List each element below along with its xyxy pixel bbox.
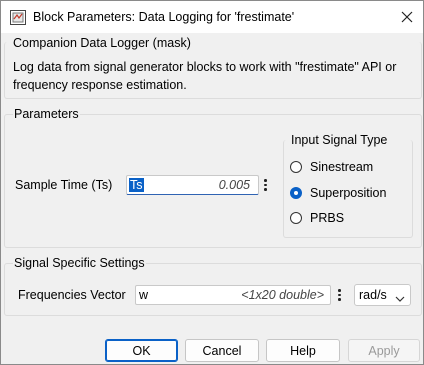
signal-specific-group-title: Signal Specific Settings [13,256,146,270]
parameters-group-title: Parameters [13,107,80,121]
block-parameters-dialog: Block Parameters: Data Logging for 'fres… [0,0,424,365]
sample-time-kebab-icon[interactable] [261,176,270,194]
close-icon[interactable] [395,5,419,29]
ok-button-label: OK [132,343,151,358]
frequency-unit-value: rad/s [359,288,387,302]
radio-sinestream[interactable] [290,161,302,173]
cancel-button-label: Cancel [202,343,242,358]
radio-prbs-label[interactable]: PRBS [310,211,344,225]
title-bar: Block Parameters: Data Logging for 'fres… [1,1,423,33]
frequencies-vector-label: Frequencies Vector [18,288,126,302]
sample-time-field[interactable]: Ts 0.005 [126,175,259,195]
cancel-button[interactable]: Cancel [185,339,259,362]
radio-superposition-label[interactable]: Superposition [310,186,386,200]
chevron-down-icon [395,292,405,306]
ok-button[interactable]: OK [105,339,178,362]
frequencies-kebab-icon[interactable] [335,286,344,304]
frequencies-vector-evaluated: <1x20 double> [241,288,324,302]
mask-group-title: Companion Data Logger (mask) [13,36,191,50]
input-signal-type-title: Input Signal Type [291,133,388,147]
sample-time-evaluated: 0.005 [218,178,250,192]
frequency-unit-select[interactable]: rad/s [354,284,411,306]
frequencies-vector-field[interactable]: w <1x20 double> [135,285,331,305]
radio-superposition[interactable] [290,187,302,199]
apply-button-label: Apply [368,343,400,358]
simulink-block-icon [10,10,26,25]
sample-time-value: Ts [129,178,144,192]
radio-prbs[interactable] [290,212,302,224]
radio-sinestream-label[interactable]: Sinestream [310,160,373,174]
mask-description: Log data from signal generator blocks to… [13,60,397,92]
help-button[interactable]: Help [266,339,340,362]
sample-time-label: Sample Time (Ts) [15,178,113,192]
window-title: Block Parameters: Data Logging for 'fres… [33,10,295,24]
frequencies-vector-value: w [139,288,149,302]
help-button-label: Help [290,343,316,358]
apply-button[interactable]: Apply [348,339,420,362]
